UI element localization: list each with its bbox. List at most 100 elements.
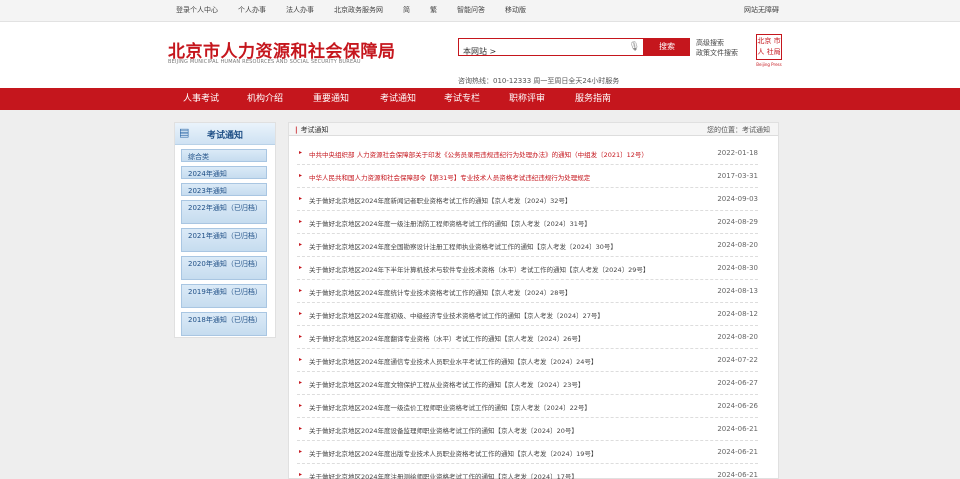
top-link[interactable]: 智能问答 (457, 5, 485, 15)
notice-date: 2022-01-18 (717, 149, 758, 157)
nav-item[interactable]: 职称评审 (509, 88, 545, 110)
sidebar-item[interactable]: 2022年通知（已归档） (181, 200, 267, 224)
sidebar-list: 综合类 2024年通知 2023年通知 2022年通知（已归档） 2021年通知（已归档… (181, 149, 271, 340)
page: 登录个人中心 个人办事 法人办事 北京政务服务网 简 繁 智能问答 移动版 网站无障碍 北京市… (0, 0, 960, 479)
top-link[interactable]: 登录个人中心 (176, 5, 218, 15)
notice-row: ▸ 关于做好北京地区2024年度一级造价工程师职业资格考试工作的通知【京人考发〔2… (297, 395, 758, 418)
content-heading-text: 考试通知 (300, 126, 329, 134)
content-heading: | 考试通知 (295, 125, 329, 135)
notice-date: 2024-09-03 (717, 195, 758, 203)
notice-link[interactable]: 关于做好北京地区2024年度设备监理师职业资格考试工作的通知【京人考发〔2024… (309, 425, 699, 435)
nav-item[interactable]: 人事考试 (183, 88, 219, 110)
advanced-search-link[interactable]: 高级搜索 (696, 38, 738, 48)
nav-item[interactable]: 考试专栏 (444, 88, 480, 110)
bullet-icon: ▸ (299, 218, 303, 225)
notice-date: 2024-06-27 (717, 379, 758, 387)
bullet-icon: ▸ (299, 379, 303, 386)
notice-date: 2024-06-26 (717, 402, 758, 410)
bullet-icon: ▸ (299, 402, 303, 409)
top-link[interactable]: 移动版 (505, 5, 526, 15)
notice-link[interactable]: 中华人民共和国人力资源和社会保障部令【第31号】专业技术人员资格考试违纪违规行为… (309, 172, 699, 182)
notice-link[interactable]: 关于做好北京地区2024年度出版专业技术人员职业资格考试工作的通知【京人考发〔2… (309, 448, 699, 458)
sidebar-item[interactable]: 2024年通知 (181, 166, 267, 179)
nav-item[interactable]: 考试通知 (380, 88, 416, 110)
notice-row: ▸ 关于做好北京地区2024年度初级、中级经济专业技术资格考试工作的通知【京人考发… (297, 303, 758, 326)
notice-link[interactable]: 关于做好北京地区2024年度一级造价工程师职业资格考试工作的通知【京人考发〔20… (309, 402, 699, 412)
sidebar-item[interactable]: 2018年通知（已归档） (181, 312, 267, 336)
notice-link[interactable]: 关于做好北京地区2024年度注册测绘师职业资格考试工作的通知【京人考发〔2024… (309, 471, 699, 479)
hotline-text: 咨询热线：010-12333 周一至周日全天24小时服务 (458, 77, 620, 85)
bullet-icon: ▸ (299, 471, 303, 478)
search-button[interactable]: 搜索 (644, 38, 690, 56)
content-panel: | 考试通知 您的位置：考试通知 ▸ 中共中央组织部 人力资源社会保障部关于印发《公… (288, 122, 779, 479)
nav-item[interactable]: 服务指南 (575, 88, 611, 110)
notice-row: ▸ 关于做好北京地区2024年度设备监理师职业资格考试工作的通知【京人考发〔202… (297, 418, 758, 441)
notice-date: 2024-08-30 (717, 264, 758, 272)
notice-link[interactable]: 关于做好北京地区2024年度全国勘察设计注册工程师执业资格考试工作的通知【京人考… (309, 241, 699, 251)
notice-link[interactable]: 关于做好北京地区2024年下半年计算机技术与软件专业技术资格（水平）考试工作的通… (309, 264, 699, 274)
notice-date: 2024-06-21 (717, 425, 758, 433)
notice-icon: ▤ (179, 126, 190, 139)
seal-logo[interactable]: 北京 市人 社局 (756, 34, 782, 60)
notice-link[interactable]: 关于做好北京地区2024年度通信专业技术人员职业水平考试工作的通知【京人考发〔2… (309, 356, 699, 366)
sidebar-header: ▤ 考试通知 (175, 123, 275, 145)
notice-link[interactable]: 中共中央组织部 人力资源社会保障部关于印发《公务员录用违规违纪行为处理办法》的通… (309, 149, 699, 159)
sidebar-item[interactable]: 2021年通知（已归档） (181, 228, 267, 252)
main-nav: 人事考试 机构介绍 重要通知 考试通知 考试专栏 职称评审 服务指南 (0, 88, 960, 110)
notice-date: 2024-06-21 (717, 448, 758, 456)
top-links: 登录个人中心 个人办事 法人办事 北京政务服务网 简 繁 智能问答 移动版 (176, 5, 546, 15)
notice-row: ▸ 中共中央组织部 人力资源社会保障部关于印发《公务员录用违规违纪行为处理办法》的… (297, 142, 758, 165)
notice-row: ▸ 关于做好北京地区2024年度新闻记者职业资格考试工作的通知【京人考发〔2024… (297, 188, 758, 211)
notice-date: 2024-08-20 (717, 241, 758, 249)
microphone-icon[interactable]: 🎙 (629, 42, 640, 52)
top-link[interactable]: 简 (403, 5, 410, 15)
notice-link[interactable]: 关于做好北京地区2024年度一级注册消防工程师资格考试工作的通知【京人考发〔20… (309, 218, 699, 228)
sidebar-title: 考试通知 (207, 131, 244, 141)
notice-row: ▸ 关于做好北京地区2024年下半年计算机技术与软件专业技术资格（水平）考试工作的… (297, 257, 758, 280)
sidebar-item[interactable]: 2019年通知（已归档） (181, 284, 267, 308)
bullet-icon: ▸ (299, 149, 303, 156)
accessibility-link[interactable]: 网站无障碍 (744, 5, 779, 15)
nav-item[interactable]: 机构介绍 (247, 88, 283, 110)
nav-item[interactable]: 重要通知 (313, 88, 349, 110)
top-link[interactable]: 个人办事 (238, 5, 266, 15)
sidebar-item[interactable]: 2020年通知（已归档） (181, 256, 267, 280)
content-header: | 考试通知 您的位置：考试通知 (289, 123, 778, 136)
bullet-icon: ▸ (299, 425, 303, 432)
bullet-icon: ▸ (299, 333, 303, 340)
notice-row: ▸ 关于做好北京地区2024年度翻译专业资格（水平）考试工作的通知【京人考发〔20… (297, 326, 758, 349)
notice-row: ▸ 关于做好北京地区2024年度统计专业技术资格考试工作的通知【京人考发〔2024… (297, 280, 758, 303)
top-link[interactable]: 北京政务服务网 (334, 5, 383, 15)
notice-date: 2017-03-31 (717, 172, 758, 180)
sidebar-item[interactable]: 综合类 (181, 149, 267, 162)
notice-link[interactable]: 关于做好北京地区2024年度新闻记者职业资格考试工作的通知【京人考发〔2024〕… (309, 195, 699, 205)
notice-link[interactable]: 关于做好北京地区2024年度文物保护工程从业资格考试工作的通知【京人考发〔202… (309, 379, 699, 389)
search-options: 高级搜索 政策文件搜索 (696, 38, 738, 58)
notice-row: ▸ 关于做好北京地区2024年度全国勘察设计注册工程师执业资格考试工作的通知【京人… (297, 234, 758, 257)
notice-row: ▸ 关于做好北京地区2024年度注册测绘师职业资格考试工作的通知【京人考发〔202… (297, 464, 758, 479)
seal-caption: Beijing Press (756, 62, 782, 67)
site-header: 北京市人力资源和社会保障局 BEIJING MUNICIPAL HUMAN RE… (0, 22, 960, 88)
heading-marker-icon: | (295, 126, 298, 134)
notice-row: ▸ 关于做好北京地区2024年度通信专业技术人员职业水平考试工作的通知【京人考发〔… (297, 349, 758, 372)
top-link[interactable]: 繁 (430, 5, 437, 15)
notice-link[interactable]: 关于做好北京地区2024年度翻译专业资格（水平）考试工作的通知【京人考发〔202… (309, 333, 699, 343)
bullet-icon: ▸ (299, 448, 303, 455)
bullet-icon: ▸ (299, 356, 303, 363)
notice-list: ▸ 中共中央组织部 人力资源社会保障部关于印发《公务员录用违规违纪行为处理办法》的… (289, 142, 778, 479)
top-link[interactable]: 法人办事 (286, 5, 314, 15)
top-utility-bar: 登录个人中心 个人办事 法人办事 北京政务服务网 简 繁 智能问答 移动版 网站无障碍 (0, 0, 960, 22)
sidebar-item[interactable]: 2023年通知 (181, 183, 267, 196)
notice-link[interactable]: 关于做好北京地区2024年度初级、中级经济专业技术资格考试工作的通知【京人考发〔… (309, 310, 699, 320)
notice-date: 2024-06-21 (717, 471, 758, 479)
bullet-icon: ▸ (299, 264, 303, 271)
notice-link[interactable]: 关于做好北京地区2024年度统计专业技术资格考试工作的通知【京人考发〔2024〕… (309, 287, 699, 297)
policy-search-link[interactable]: 政策文件搜索 (696, 48, 738, 58)
seal-text: 北京 市人 社局 (757, 37, 781, 56)
bullet-icon: ▸ (299, 310, 303, 317)
notice-row: ▸ 中华人民共和国人力资源和社会保障部令【第31号】专业技术人员资格考试违纪违规行… (297, 165, 758, 188)
sidebar: ▤ 考试通知 综合类 2024年通知 2023年通知 2022年通知（已归档） 2021… (174, 122, 276, 338)
notice-date: 2024-08-12 (717, 310, 758, 318)
search-input[interactable] (459, 43, 643, 60)
notice-date: 2024-08-29 (717, 218, 758, 226)
